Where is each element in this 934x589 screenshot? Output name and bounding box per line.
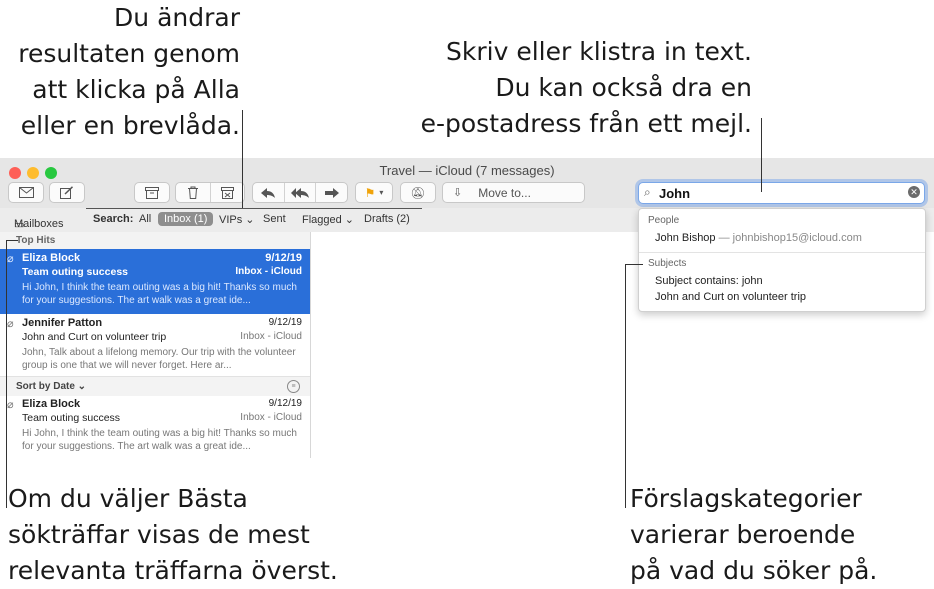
search-field[interactable]: ⌕ John ✕ [638,182,925,204]
date: 9/12/19 [268,317,302,328]
scope-flagged[interactable]: Flagged ⌄ [302,213,354,226]
compose-button[interactable] [49,182,85,203]
envelope-icon [18,187,34,198]
sender: Jennifer Patton [22,317,103,329]
clear-search-icon[interactable]: ✕ [908,186,920,198]
suggestion-person[interactable]: John Bishop — johnbishop15@icloud.com [655,232,862,244]
suggestion-subject[interactable]: Subject contains: john [655,275,763,287]
reply-all-icon [291,187,309,198]
compose-icon [60,186,74,199]
search-icon: ⌕ [644,185,651,199]
callout-top-left: Du ändrar resultaten genom att klicka på… [18,3,240,140]
date: 9/12/19 [268,398,302,409]
mailbox: Inbox - iCloud [240,331,302,342]
list-item[interactable]: ⌀ Eliza Block 9/12/19 Team outing succes… [0,395,310,458]
leader-top-left-cap [86,208,422,209]
bell-slash-icon: 🔕︎ [410,185,426,200]
filter-icon[interactable]: ≡ [287,380,300,393]
preview: Hi John, I think the team outing was a b… [22,282,297,306]
paperclip-icon: ⌀ [7,318,14,330]
flag-icon: ⚑ [364,185,376,200]
move-to-button[interactable]: ⇩ Move to... [442,182,585,203]
forward-button[interactable] [315,183,347,202]
leader-bottom-left-cap [6,240,18,241]
list-item[interactable]: ⌀ Jennifer Patton 9/12/19 John and Curt … [0,314,310,376]
leader-bottom-right [625,264,626,508]
flag-button[interactable]: ⚑ ▾ [355,182,393,203]
preview: Hi John, I think the team outing was a b… [22,428,297,452]
scope-all[interactable]: All [139,213,151,225]
scope-drafts[interactable]: Drafts (2) [364,213,410,225]
leader-bottom-left [6,240,7,508]
leader-top-left [242,110,243,208]
forward-icon [324,187,339,198]
paperclip-icon: ⌀ [7,253,14,265]
get-mail-button[interactable] [8,182,44,203]
trash-icon [187,186,198,199]
mute-button[interactable]: 🔕︎ [400,182,436,203]
window-title: Travel — iCloud (7 messages) [379,163,555,178]
callout-bottom-left: Om du väljer Bästa sökträffar visas de m… [8,484,338,585]
top-hits-header: Top Hits [0,232,310,249]
preview: John, Talk about a lifelong memory. Our … [22,347,296,371]
subject: Team outing success [22,412,121,424]
archive-button[interactable] [134,182,170,203]
junk-button[interactable] [209,183,245,202]
message-list: Top Hits ⌀ Eliza Block 9/12/19 Team outi… [0,232,311,458]
mailbox: Inbox - iCloud [235,266,302,277]
scope-sent[interactable]: Sent [263,213,286,225]
junk-icon [220,186,234,199]
mailbox: Inbox - iCloud [240,412,302,423]
sort-by-header[interactable]: Sort by Date ⌄ ≡ [0,376,310,396]
sender: Eliza Block [22,252,81,264]
scope-inbox[interactable]: Inbox (1) [158,212,214,226]
sender: Eliza Block [22,398,81,410]
reply-button[interactable] [253,183,284,202]
leader-bottom-right-cap [625,264,643,265]
paperclip-icon: ⌀ [7,399,14,411]
delete-junk-group [175,182,245,203]
search-input[interactable]: John [659,186,690,201]
callout-bottom-right: Förslagskategorier varierar beroende på … [630,484,878,585]
archive-icon [145,186,159,199]
reply-icon [261,187,276,198]
date: 9/12/19 [265,252,302,264]
leader-top-right [761,118,762,192]
chevron-down-icon: ▾ [379,188,384,197]
suggestion-subject[interactable]: John and Curt on volunteer trip [655,291,806,303]
divider [639,252,925,253]
reply-group [252,182,348,203]
move-to-label: Move to... [478,185,531,200]
trash-button[interactable] [176,183,210,202]
reply-all-button[interactable] [283,183,316,202]
search-scope-label: Search: [93,213,134,225]
subject: Team outing success [22,266,129,278]
subject: John and Curt on volunteer trip [22,331,167,343]
subjects-header: Subjects [648,258,687,269]
scope-vips[interactable]: VIPs ⌄ [219,213,255,226]
people-header: People [648,215,680,226]
callout-top-right: Skriv eller klistra in text. Du kan ocks… [420,37,752,138]
list-item[interactable]: ⌀ Eliza Block 9/12/19 Team outing succes… [0,249,310,314]
move-to-icon: ⇩ [453,187,463,199]
search-suggestions: People John Bishop — johnbishop15@icloud… [638,208,926,312]
